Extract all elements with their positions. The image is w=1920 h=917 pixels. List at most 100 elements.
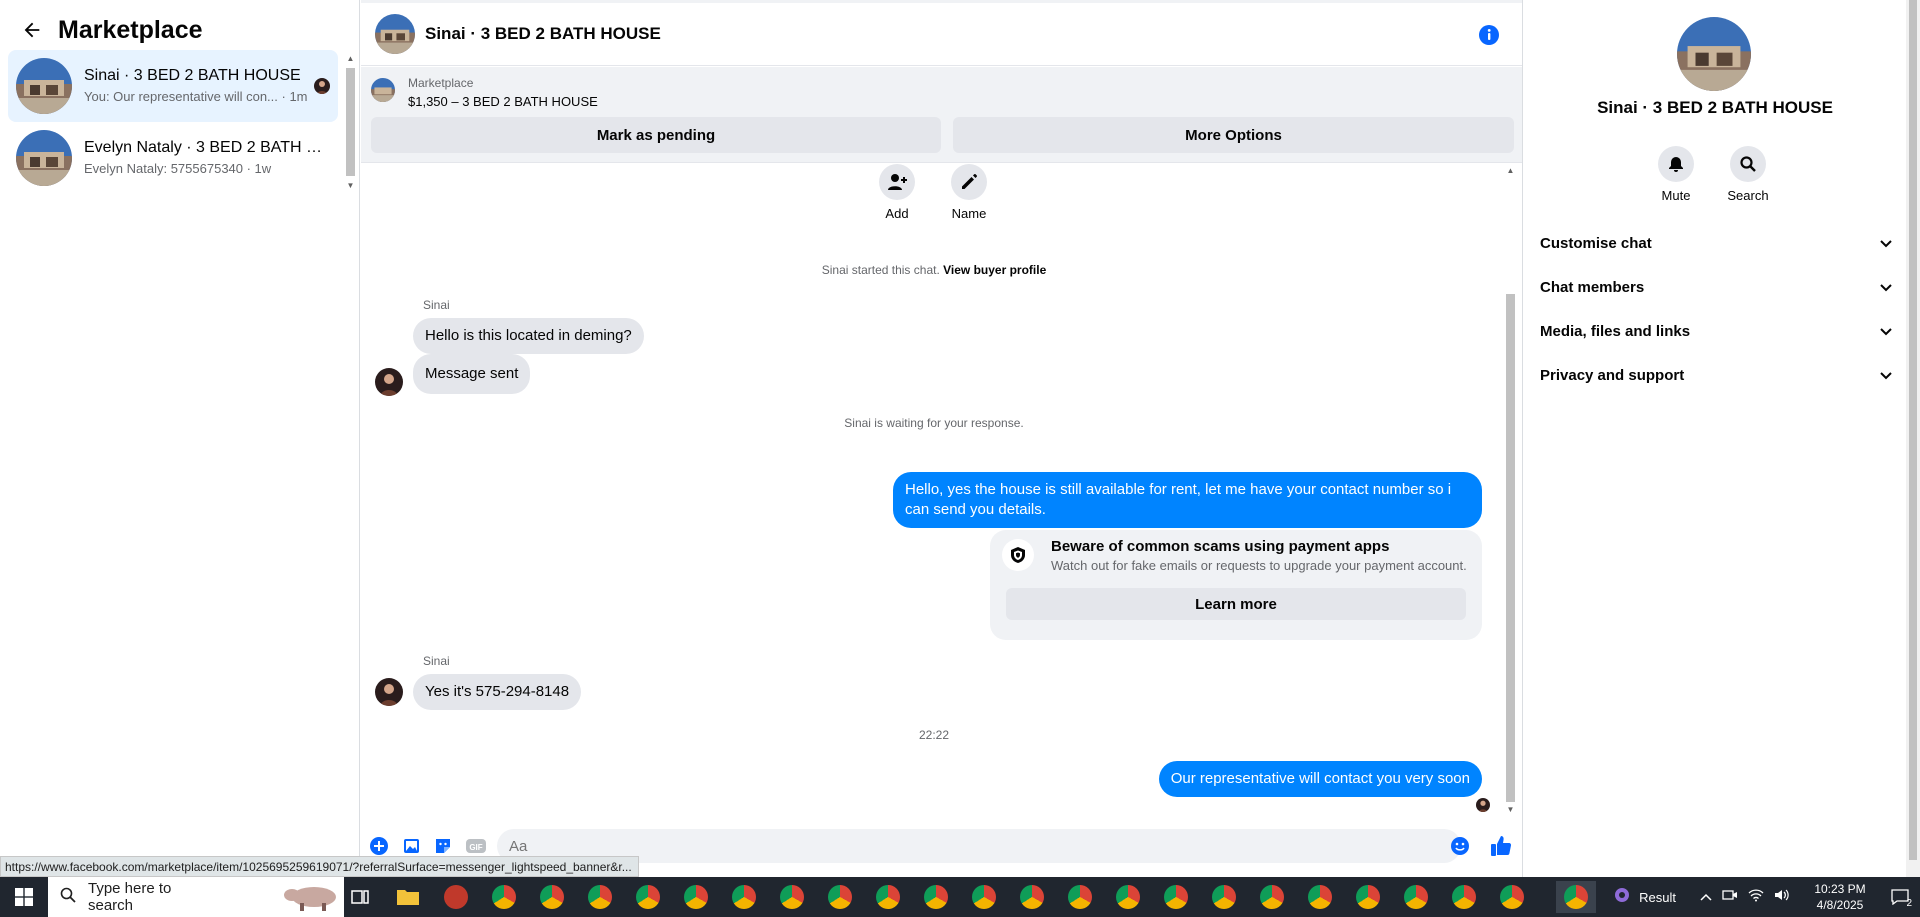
tray-result-label[interactable]: Result xyxy=(1639,890,1676,905)
chrome-profile-icon[interactable] xyxy=(1396,881,1436,913)
scroll-down-icon[interactable]: ▼ xyxy=(1506,805,1515,814)
chrome-profile-icon[interactable] xyxy=(1012,881,1052,913)
thumbs-up-icon[interactable] xyxy=(1489,834,1513,858)
search-icon[interactable] xyxy=(1730,146,1766,182)
mark-pending-button[interactable]: Mark as pending xyxy=(371,117,941,153)
page-scrollbar[interactable] xyxy=(1906,0,1920,877)
more-options-button[interactable]: More Options xyxy=(953,117,1514,153)
gif-icon[interactable]: GIF xyxy=(465,836,486,856)
scroll-up-icon[interactable]: ▲ xyxy=(1506,166,1515,175)
scrollbar-thumb[interactable] xyxy=(1506,294,1515,802)
svg-text:GIF: GIF xyxy=(469,843,482,852)
chrome-profile-icon[interactable] xyxy=(580,881,620,913)
sidebar-title: Marketplace xyxy=(58,15,203,44)
chat-title[interactable]: Sinai · 3 BED 2 BATH HOUSE xyxy=(425,24,661,44)
taskbar-search[interactable]: Type here to search xyxy=(48,877,344,917)
app-icon[interactable] xyxy=(436,881,476,913)
search-label: Search xyxy=(1727,188,1769,203)
chrome-profile-icon[interactable] xyxy=(1156,881,1196,913)
chat-header: Sinai · 3 BED 2 BATH HOUSE xyxy=(361,3,1522,66)
chrome-profile-icon[interactable] xyxy=(916,881,956,913)
chrome-profile-icon[interactable] xyxy=(1492,881,1532,913)
sender-avatar[interactable] xyxy=(375,368,403,396)
mute-action[interactable]: Mute xyxy=(1641,146,1711,203)
conversation-list: Sinai · 3 BED 2 BATH HOUSE You: Our repr… xyxy=(8,50,338,194)
notification-icon[interactable]: 2 xyxy=(1880,889,1920,909)
back-arrow-icon[interactable] xyxy=(18,16,46,44)
incoming-message[interactable]: Message sent xyxy=(413,354,531,394)
chrome-active-window-icon[interactable] xyxy=(1556,881,1596,913)
sticker-icon[interactable] xyxy=(433,836,453,856)
listing-price-title[interactable]: $1,350 – 3 BED 2 BATH HOUSE xyxy=(408,94,598,109)
conversation-item[interactable]: Evelyn Nataly · 3 BED 2 BATH H... Evelyn… xyxy=(8,122,338,194)
search-icon xyxy=(60,887,76,907)
chat-avatar[interactable] xyxy=(375,14,415,54)
chrome-profile-icon[interactable] xyxy=(724,881,764,913)
chrome-profile-icon[interactable] xyxy=(868,881,908,913)
house-thumbnail xyxy=(16,130,72,186)
network-icon[interactable] xyxy=(1748,888,1764,907)
bell-icon[interactable] xyxy=(1658,146,1694,182)
windows-start-icon[interactable] xyxy=(0,877,48,917)
system-clock[interactable]: 10:23 PM 4/8/2025 xyxy=(1800,881,1880,913)
system-tray: Result 10:23 PM 4/8/2025 2 xyxy=(1613,877,1920,917)
gallery-icon[interactable] xyxy=(401,836,421,856)
profile-name: Sinai · 3 BED 2 BATH HOUSE xyxy=(1597,98,1833,117)
conversation-item[interactable]: Sinai · 3 BED 2 BATH HOUSE You: Our repr… xyxy=(8,50,338,122)
chrome-profile-icon[interactable] xyxy=(1300,881,1340,913)
scrollbar-thumb[interactable] xyxy=(346,68,355,176)
chat-scrollbar[interactable]: ▲ ▼ xyxy=(1504,164,1516,816)
mute-label: Mute xyxy=(1661,188,1691,203)
search-action[interactable]: Search xyxy=(1713,146,1783,203)
plus-icon[interactable] xyxy=(369,836,389,856)
chrome-profile-icon[interactable] xyxy=(628,881,668,913)
chevron-up-icon[interactable] xyxy=(1700,888,1712,906)
privacy-support-section[interactable]: Privacy and support xyxy=(1540,357,1892,393)
chat-panel: Sinai · 3 BED 2 BATH HOUSE Marketplace $… xyxy=(361,0,1523,877)
chevron-down-icon xyxy=(1880,279,1892,296)
incoming-message[interactable]: Hello is this located in deming? xyxy=(413,318,644,354)
view-buyer-profile-link[interactable]: View buyer profile xyxy=(943,263,1046,277)
info-icon[interactable] xyxy=(1478,24,1500,46)
emoji-icon[interactable] xyxy=(1450,836,1470,856)
scroll-down-icon[interactable]: ▼ xyxy=(346,181,355,190)
chrome-profile-icon[interactable] xyxy=(964,881,1004,913)
chrome-icon[interactable] xyxy=(484,881,524,913)
meet-now-icon[interactable] xyxy=(1722,888,1738,907)
outgoing-message[interactable]: Hello, yes the house is still available … xyxy=(893,472,1482,528)
conversation-preview: You: Our representative will con... · 1m xyxy=(84,89,308,104)
pencil-icon[interactable] xyxy=(951,164,987,200)
sidebar-scrollbar[interactable]: ▲ ▼ xyxy=(344,52,356,192)
file-explorer-icon[interactable] xyxy=(388,881,428,913)
chrome-profile-icon[interactable] xyxy=(676,881,716,913)
task-view-icon[interactable] xyxy=(340,881,380,913)
chrome-profile-icon[interactable] xyxy=(1108,881,1148,913)
volume-icon[interactable] xyxy=(1774,888,1790,907)
scroll-up-icon[interactable]: ▲ xyxy=(346,54,355,63)
name-action[interactable]: Name xyxy=(939,164,999,221)
sender-name: Sinai xyxy=(423,654,450,668)
pig-illustration-icon xyxy=(280,879,344,915)
sender-avatar[interactable] xyxy=(375,678,403,706)
chrome-profile-icon[interactable] xyxy=(1444,881,1484,913)
chrome-profile-icon[interactable] xyxy=(1348,881,1388,913)
outgoing-message[interactable]: Our representative will contact you very… xyxy=(1158,761,1482,797)
result-app-icon[interactable] xyxy=(1613,886,1631,909)
profile-avatar[interactable] xyxy=(1677,17,1751,91)
chrome-profile-icon[interactable] xyxy=(1204,881,1244,913)
customise-chat-section[interactable]: Customise chat xyxy=(1540,225,1892,261)
chat-members-section[interactable]: Chat members xyxy=(1540,269,1892,305)
incoming-message[interactable]: Yes it's 575-294-8148 xyxy=(413,674,582,710)
add-person-icon[interactable] xyxy=(879,164,915,200)
details-panel: Sinai · 3 BED 2 BATH HOUSE Mute Search C… xyxy=(1524,0,1906,877)
chrome-profile-icon[interactable] xyxy=(1252,881,1292,913)
learn-more-button[interactable]: Learn more xyxy=(1006,588,1466,620)
chrome-profile-icon[interactable] xyxy=(772,881,812,913)
scrollbar-thumb[interactable] xyxy=(1909,0,1917,860)
add-action[interactable]: Add xyxy=(867,164,927,221)
media-files-links-section[interactable]: Media, files and links xyxy=(1540,313,1892,349)
listing-thumbnail[interactable] xyxy=(371,78,395,102)
chrome-profile-icon[interactable] xyxy=(820,881,860,913)
chrome-profile-icon[interactable] xyxy=(1060,881,1100,913)
chrome-profile-icon[interactable] xyxy=(532,881,572,913)
